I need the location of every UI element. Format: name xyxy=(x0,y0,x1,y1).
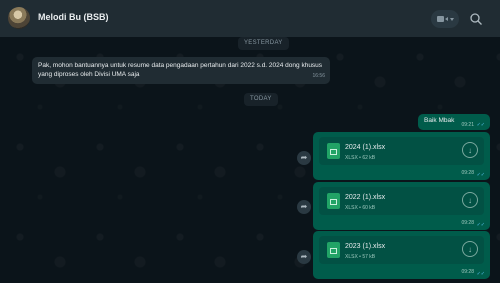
file-message[interactable]: 2024 (1).xlsx XLSX • 62 kB ↓ 09:28 ✓✓ xyxy=(313,132,490,180)
date-divider-yesterday: YESTERDAY xyxy=(238,37,289,50)
file-message[interactable]: 2023 (1).xlsx XLSX • 57 kB ↓ 09:28 ✓✓ xyxy=(313,231,490,279)
contact-name[interactable]: Melodi Bu (BSB) xyxy=(38,12,109,22)
spreadsheet-icon xyxy=(327,193,340,209)
file-time: 09:28 xyxy=(461,220,474,226)
video-call-button[interactable] xyxy=(431,10,459,28)
download-icon[interactable]: ↓ xyxy=(462,192,478,208)
file-card[interactable]: 2023 (1).xlsx XLSX • 57 kB ↓ xyxy=(319,236,484,264)
forward-icon[interactable]: ➦ xyxy=(297,200,311,214)
double-check-icon: ✓✓ xyxy=(476,122,485,128)
incoming-message-text: Pak, mohon bantuannya untuk resume data … xyxy=(38,62,323,78)
search-icon[interactable] xyxy=(469,12,483,26)
double-check-icon: ✓✓ xyxy=(476,172,485,178)
download-icon[interactable]: ↓ xyxy=(462,241,478,257)
file-card[interactable]: 2024 (1).xlsx XLSX • 62 kB ↓ xyxy=(319,137,484,165)
file-meta: XLSX • 57 kB xyxy=(345,254,376,260)
file-meta: XLSX • 60 kB xyxy=(345,205,376,211)
date-divider-today: TODAY xyxy=(244,93,278,106)
outgoing-message-text: Baik Mbak xyxy=(424,117,455,124)
double-check-icon: ✓✓ xyxy=(476,271,485,277)
file-name: 2024 (1).xlsx xyxy=(345,144,386,151)
file-message[interactable]: 2022 (1).xlsx XLSX • 60 kB ↓ 09:28 ✓✓ xyxy=(313,182,490,230)
file-name: 2023 (1).xlsx xyxy=(345,243,386,250)
chat-header: Melodi Bu (BSB) xyxy=(0,0,500,37)
file-card[interactable]: 2022 (1).xlsx XLSX • 60 kB ↓ xyxy=(319,187,484,215)
chevron-down-icon xyxy=(449,17,454,21)
video-camera-icon xyxy=(436,16,448,22)
incoming-message[interactable]: Pak, mohon bantuannya untuk resume data … xyxy=(32,57,330,84)
incoming-message-time: 16:56 xyxy=(312,73,325,79)
double-check-icon: ✓✓ xyxy=(476,222,485,228)
file-name: 2022 (1).xlsx xyxy=(345,194,386,201)
file-meta: XLSX • 62 kB xyxy=(345,155,376,161)
forward-icon[interactable]: ➦ xyxy=(297,250,311,264)
file-time: 09:28 xyxy=(461,170,474,176)
outgoing-message-time: 09:21 xyxy=(461,122,474,128)
contact-avatar[interactable] xyxy=(8,7,30,29)
spreadsheet-icon xyxy=(327,242,340,258)
spreadsheet-icon xyxy=(327,143,340,159)
forward-icon[interactable]: ➦ xyxy=(297,151,311,165)
download-icon[interactable]: ↓ xyxy=(462,142,478,158)
outgoing-message[interactable]: Baik Mbak 09:21 ✓✓ xyxy=(418,114,490,130)
file-time: 09:28 xyxy=(461,269,474,275)
